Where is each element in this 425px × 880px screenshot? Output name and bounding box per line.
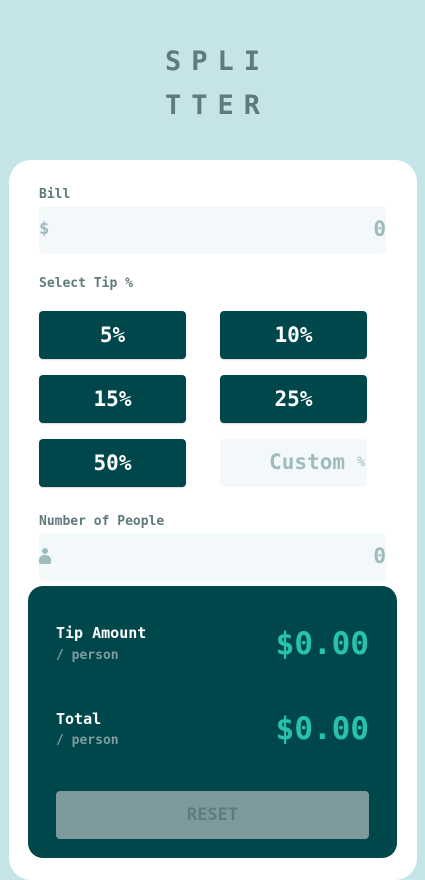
dollar-icon: $ xyxy=(39,219,50,239)
people-value: 0 xyxy=(373,544,386,568)
tip-15-button[interactable]: 15% xyxy=(39,375,186,423)
bill-label: Bill xyxy=(39,187,71,202)
tip-50-button[interactable]: 50% xyxy=(39,439,186,487)
results-panel: Tip Amount / person $0.00 Total / person… xyxy=(28,586,397,858)
total-title: Total xyxy=(56,710,102,728)
total-value: $0.00 xyxy=(275,711,369,747)
custom-tip-suffix: % xyxy=(357,455,365,470)
custom-tip-placeholder: Custom xyxy=(269,450,345,474)
tip-label: Select Tip % xyxy=(39,276,133,291)
bill-value: 0 xyxy=(373,217,386,241)
tip-5-button[interactable]: 5% xyxy=(39,311,186,359)
people-label: Number of People xyxy=(39,514,165,529)
person-icon xyxy=(39,548,51,565)
tip-10-button[interactable]: 10% xyxy=(220,311,367,359)
app-logo: SPLI TTER xyxy=(0,40,425,128)
bill-input[interactable]: $ 0 xyxy=(39,206,386,254)
people-input[interactable]: 0 xyxy=(39,533,386,581)
tip-25-button[interactable]: 25% xyxy=(220,375,367,423)
logo-line-2: TTER xyxy=(164,90,271,121)
custom-tip-input[interactable]: Custom % xyxy=(220,439,367,487)
tip-amount-value: $0.00 xyxy=(275,626,369,662)
logo-line-1: SPLI xyxy=(164,46,271,77)
tip-amount-sub: / person xyxy=(56,648,119,663)
reset-button[interactable]: RESET xyxy=(56,791,369,839)
total-sub: / person xyxy=(56,733,119,748)
tip-amount-title: Tip Amount xyxy=(56,624,147,642)
